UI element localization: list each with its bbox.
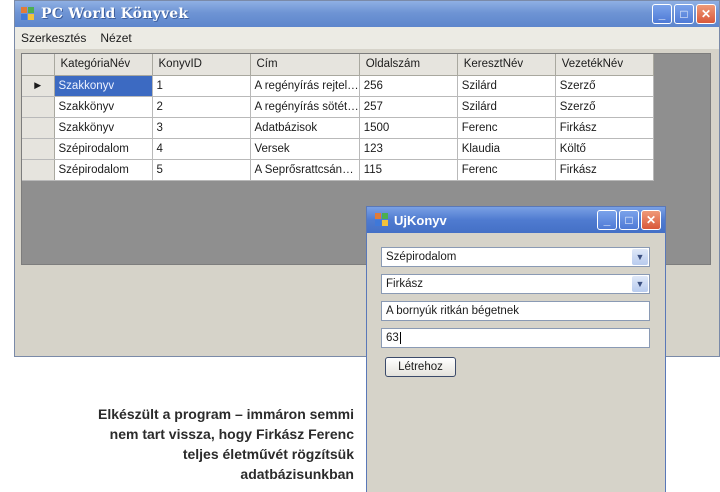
author-combo[interactable]: Firkász ▼ [381,274,650,294]
row-header[interactable] [22,138,55,160]
table-cell[interactable]: Szerző [555,96,654,118]
menu-item-szerkesztes[interactable]: Szerkesztés [21,31,86,45]
table-cell[interactable]: A Seprősrattcsán… [250,159,360,181]
table-cell[interactable]: 256 [359,75,458,97]
table-row[interactable]: Szépirodalom 4 Versek 123 Klaudia Költő [22,138,654,160]
app-icon [21,7,35,21]
table-cell[interactable]: Ferenc [457,159,556,181]
column-header[interactable]: Cím [250,54,360,76]
close-icon[interactable]: ✕ [641,210,661,230]
table-cell[interactable]: 257 [359,96,458,118]
chevron-down-icon[interactable]: ▼ [632,249,648,265]
table-header-row: KategóriaNév KonyvID Cím Oldalszám Keres… [22,54,654,76]
column-header[interactable]: KonyvID [152,54,251,76]
table-cell[interactable]: Versek [250,138,360,160]
table-cell[interactable]: Ferenc [457,117,556,139]
minimize-icon[interactable]: _ [652,4,672,24]
table-cell[interactable]: 1500 [359,117,458,139]
table-cell[interactable]: Klaudia [457,138,556,160]
article-caption: Elkészült a program – immáron semmi nem … [98,406,354,482]
table-cell[interactable]: Költő [555,138,654,160]
menu-item-nezet[interactable]: Nézet [100,31,131,45]
menubar: Szerkesztés Nézet [15,27,719,49]
screenshot-stage: PC World Könyvek _ □ ✕ Szerkesztés Nézet [0,0,720,492]
table-cell[interactable]: 2 [152,96,251,118]
maximize-icon[interactable]: □ [674,4,694,24]
author-combo-value: Firkász [386,278,424,290]
table-cell[interactable]: 123 [359,138,458,160]
table-cell[interactable]: Firkász [555,159,654,181]
table-cell[interactable]: Szakkönyv [54,117,153,139]
text-cursor [399,332,401,344]
corner-header[interactable] [22,54,55,76]
book-table: KategóriaNév KonyvID Cím Oldalszám Keres… [22,54,654,181]
window-title: PC World Könyvek [41,6,189,22]
pages-input-value: 63 [386,332,399,344]
title-input[interactable]: A bornyúk ritkán bégetnek [381,301,650,321]
table-row[interactable]: Szépirodalom 5 A Seprősrattcsán… 115 Fer… [22,159,654,181]
table-cell[interactable]: A regényírás sötét… [250,96,360,118]
close-icon[interactable]: ✕ [696,4,716,24]
window-controls: _ □ ✕ [652,4,716,24]
table-row[interactable]: Szakkönyv 2 A regényírás sötét… 257 Szil… [22,96,654,118]
table-row[interactable]: ▶ Szakkonyv 1 A regényírás rejtel… 256 S… [22,75,654,97]
maximize-icon[interactable]: □ [619,210,639,230]
table-row[interactable]: Szakkönyv 3 Adatbázisok 1500 Ferenc Firk… [22,117,654,139]
table-cell[interactable]: Szerző [555,75,654,97]
table-cell[interactable]: 1 [152,75,251,97]
column-header[interactable]: Oldalszám [359,54,458,76]
table-cell[interactable]: Szilárd [457,75,556,97]
dialog-controls: _ □ ✕ [597,210,661,230]
row-header[interactable] [22,159,55,181]
table-cell[interactable]: 5 [152,159,251,181]
table-cell[interactable]: Szilárd [457,96,556,118]
table-cell[interactable]: 115 [359,159,458,181]
table-cell[interactable]: A regényírás rejtel… [250,75,360,97]
dialog-title: UjKonyv [394,212,447,228]
pages-input[interactable]: 63 [381,328,650,348]
table-cell[interactable]: 4 [152,138,251,160]
current-row-arrow-icon[interactable]: ▶ [22,75,55,97]
category-combo-value: Szépirodalom [386,251,457,263]
dialog-app-icon [375,213,389,227]
row-header[interactable] [22,117,55,139]
category-combo[interactable]: Szépirodalom ▼ [381,247,650,267]
minimize-icon[interactable]: _ [597,210,617,230]
table-cell[interactable]: Adatbázisok [250,117,360,139]
table-cell[interactable]: Szakkonyv [54,75,153,97]
dialog-titlebar[interactable]: UjKonyv _ □ ✕ [367,207,665,233]
column-header[interactable]: VezetékNév [555,54,654,76]
row-header[interactable] [22,96,55,118]
column-header[interactable]: KategóriaNév [54,54,153,76]
column-header[interactable]: KeresztNév [457,54,556,76]
table-cell[interactable]: Firkász [555,117,654,139]
chevron-down-icon[interactable]: ▼ [632,276,648,292]
main-titlebar[interactable]: PC World Könyvek _ □ ✕ [15,1,719,27]
create-button[interactable]: Létrehoz [385,357,456,377]
new-book-dialog: UjKonyv _ □ ✕ Szépirodalom ▼ Firkász ▼ A… [366,206,666,492]
table-cell[interactable]: Szépirodalom [54,138,153,160]
table-cell[interactable]: 3 [152,117,251,139]
table-cell[interactable]: Szakkönyv [54,96,153,118]
table-cell[interactable]: Szépirodalom [54,159,153,181]
